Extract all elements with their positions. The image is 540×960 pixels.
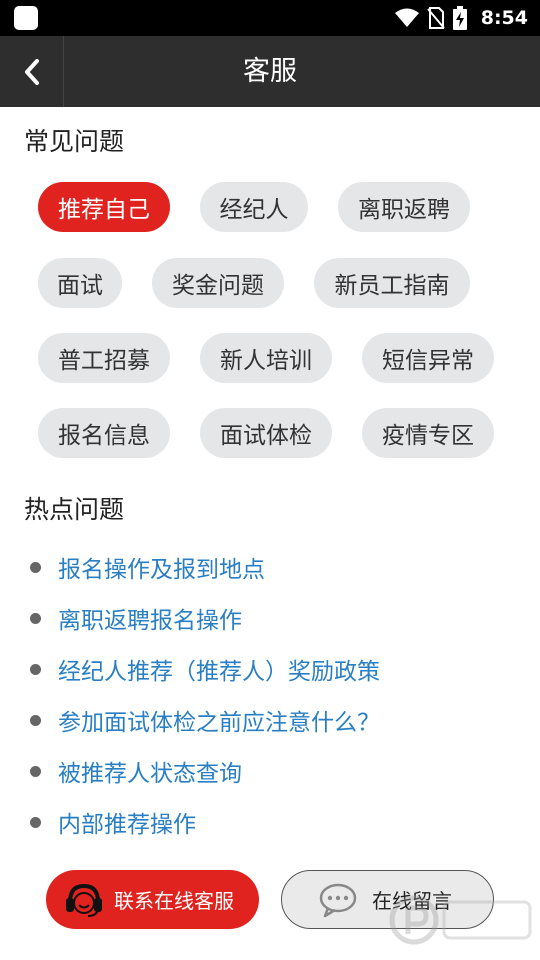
chevron-left-icon	[24, 58, 39, 85]
hot-question-item[interactable]: 经纪人推荐（推荐人）奖励政策	[30, 649, 380, 689]
hot-question-item[interactable]: 参加面试体检之前应注意什么？	[30, 700, 380, 740]
online-message-button[interactable]: 在线留言	[281, 870, 494, 929]
chip-epidemic-zone[interactable]: 疫情专区	[362, 408, 494, 458]
title-bar: 客服	[0, 36, 540, 107]
chip-recommend-self[interactable]: 推荐自己	[38, 182, 170, 232]
hot-question-item[interactable]: 内部推荐操作	[30, 802, 196, 842]
hot-question-link[interactable]: 参加面试体检之前应注意什么？	[58, 703, 380, 737]
notification-app-icon	[14, 6, 38, 30]
contact-online-service-label: 联系在线客服	[114, 889, 234, 913]
bullet-dot	[30, 663, 41, 675]
bullet-dot	[30, 816, 41, 828]
hot-question-link[interactable]: 内部推荐操作	[58, 805, 196, 839]
status-icons: 8:54	[394, 0, 528, 36]
headset-icon	[66, 883, 102, 917]
chat-bubble-icon	[319, 883, 357, 917]
online-message-label: 在线留言	[372, 889, 452, 913]
contact-online-service-button[interactable]: 联系在线客服	[46, 870, 259, 929]
bullet-dot	[30, 765, 41, 777]
chip-interview[interactable]: 面试	[38, 258, 122, 308]
hot-question-item[interactable]: 报名操作及报到地点	[30, 547, 265, 587]
status-bar: 8:54	[0, 0, 540, 36]
hot-section-title: 热点问题	[24, 495, 125, 524]
chip-registration-info[interactable]: 报名信息	[38, 408, 170, 458]
status-time: 8:54	[480, 7, 528, 29]
hot-question-item[interactable]: 离职返聘报名操作	[30, 598, 242, 638]
battery-charging-icon	[452, 6, 467, 30]
chip-interview-checkup[interactable]: 面试体检	[200, 408, 332, 458]
chip-worker-recruit[interactable]: 普工招募	[38, 333, 170, 383]
chip-broker[interactable]: 经纪人	[200, 182, 308, 232]
hot-question-link[interactable]: 报名操作及报到地点	[58, 550, 265, 584]
bullet-dot	[30, 561, 41, 573]
hot-question-item[interactable]: 被推荐人状态查询	[30, 751, 242, 791]
hot-question-link[interactable]: 经纪人推荐（推荐人）奖励政策	[58, 652, 380, 686]
chip-rehire[interactable]: 离职返聘	[338, 182, 470, 232]
page-title: 客服	[243, 56, 297, 87]
bullet-dot	[30, 612, 41, 624]
bullet-dot	[30, 714, 41, 726]
wifi-icon	[394, 8, 419, 27]
back-button[interactable]	[0, 36, 64, 107]
no-sim-icon	[426, 7, 445, 29]
chip-bonus[interactable]: 奖金问题	[152, 258, 284, 308]
chip-sms-issue[interactable]: 短信异常	[362, 333, 494, 383]
hot-question-link[interactable]: 被推荐人状态查询	[58, 754, 242, 788]
chip-new-employee-guide[interactable]: 新员工指南	[314, 258, 470, 308]
faq-section-title: 常见问题	[24, 127, 125, 156]
hot-question-link[interactable]: 离职返聘报名操作	[58, 601, 242, 635]
chip-new-hire-training[interactable]: 新人培训	[200, 333, 332, 383]
